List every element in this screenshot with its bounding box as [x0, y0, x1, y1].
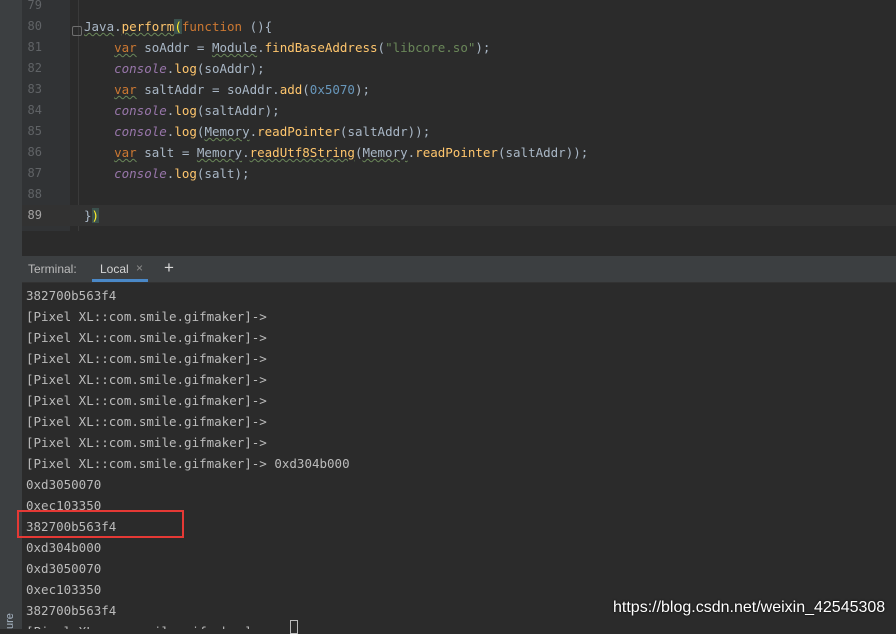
code-line-80: 80 Java.perform(function (){ [22, 16, 896, 37]
line-number: 84 [27, 103, 42, 117]
tab-local-label: Local [100, 262, 129, 276]
code-line-87: 87 console.log(salt); [22, 163, 896, 184]
line-number: 89 [27, 208, 42, 222]
line-number: 87 [27, 166, 42, 180]
terminal-line: [Pixel XL::com.smile.gifmaker]-> [26, 351, 267, 366]
line-number: 79 [27, 0, 42, 12]
code-text: var soAddr = Module.findBaseAddress("lib… [114, 40, 491, 55]
code-text: }) [84, 208, 100, 223]
line-number: 83 [27, 82, 42, 96]
terminal-title: Terminal: [28, 262, 77, 276]
terminal-prompt-line: [Pixel XL::com.smile.gifmaker]-> [26, 621, 274, 629]
terminal-line: 0xec103350 [26, 582, 102, 597]
close-icon[interactable]: × [136, 261, 143, 275]
terminal-line: [Pixel XL::com.smile.gifmaker]-> [26, 393, 267, 408]
code-text: console.log(soAddr); [114, 61, 265, 76]
line-number: 85 [27, 124, 42, 138]
code-line-89: 89 }) [22, 205, 896, 226]
code-editor[interactable]: 79 80 Java.perform(function (){ 81 var s… [22, 0, 896, 231]
code-text: Java.perform(function (){ [84, 19, 273, 34]
terminal-line: [Pixel XL::com.smile.gifmaker]-> [26, 372, 267, 387]
code-line-82: 82 console.log(soAddr); [22, 58, 896, 79]
panel-splitter[interactable] [22, 231, 896, 256]
code-line-83: 83 var saltAddr = soAddr.add(0x5070); [22, 79, 896, 100]
terminal-line: 0xd3050070 [26, 477, 102, 492]
add-tab-icon[interactable]: + [164, 258, 174, 278]
code-text: var saltAddr = soAddr.add(0x5070); [114, 82, 371, 97]
code-line-81: 81 var soAddr = Module.findBaseAddress("… [22, 37, 896, 58]
terminal-line: [Pixel XL::com.smile.gifmaker]-> [26, 309, 267, 324]
terminal-line: [Pixel XL::com.smile.gifmaker]-> [26, 330, 267, 345]
terminal-tool-header: Terminal: Local × + [22, 256, 896, 283]
code-line-85: 85 console.log(Memory.readPointer(saltAd… [22, 121, 896, 142]
line-number: 80 [27, 19, 42, 33]
structure-tab[interactable]: ure [4, 604, 18, 629]
terminal-line: [Pixel XL::com.smile.gifmaker]-> [26, 435, 267, 450]
code-text: var salt = Memory.readUtf8String(Memory.… [114, 145, 589, 160]
line-number: 81 [27, 40, 42, 54]
code-text: console.log(saltAddr); [114, 103, 280, 118]
code-line-84: 84 console.log(saltAddr); [22, 100, 896, 121]
terminal-line: 0xd3050070 [26, 561, 102, 576]
line-number: 88 [27, 187, 42, 201]
tab-local[interactable]: Local × [92, 256, 148, 282]
highlight-annotation-box [17, 510, 184, 538]
watermark-url: https://blog.csdn.net/weixin_42545308 [613, 599, 886, 616]
terminal-line: [Pixel XL::com.smile.gifmaker]-> 0xd304b… [26, 456, 350, 471]
terminal-line: 382700b563f4 [26, 603, 117, 618]
code-line-79: 79 [22, 0, 896, 16]
terminal-output[interactable]: 382700b563f4 [Pixel XL::com.smile.gifmak… [22, 283, 896, 629]
terminal-line: [Pixel XL::com.smile.gifmaker]-> [26, 414, 267, 429]
terminal-line: 0xd304b000 [26, 540, 102, 555]
line-number: 82 [27, 61, 42, 75]
code-line-88: 88 [22, 184, 896, 205]
code-text: console.log(Memory.readPointer(saltAddr)… [114, 124, 431, 139]
terminal-line: 382700b563f4 [26, 288, 117, 303]
code-line-86: 86 var salt = Memory.readUtf8String(Memo… [22, 142, 896, 163]
code-text: console.log(salt); [114, 166, 250, 181]
line-number: 86 [27, 145, 42, 159]
terminal-cursor [290, 620, 298, 634]
